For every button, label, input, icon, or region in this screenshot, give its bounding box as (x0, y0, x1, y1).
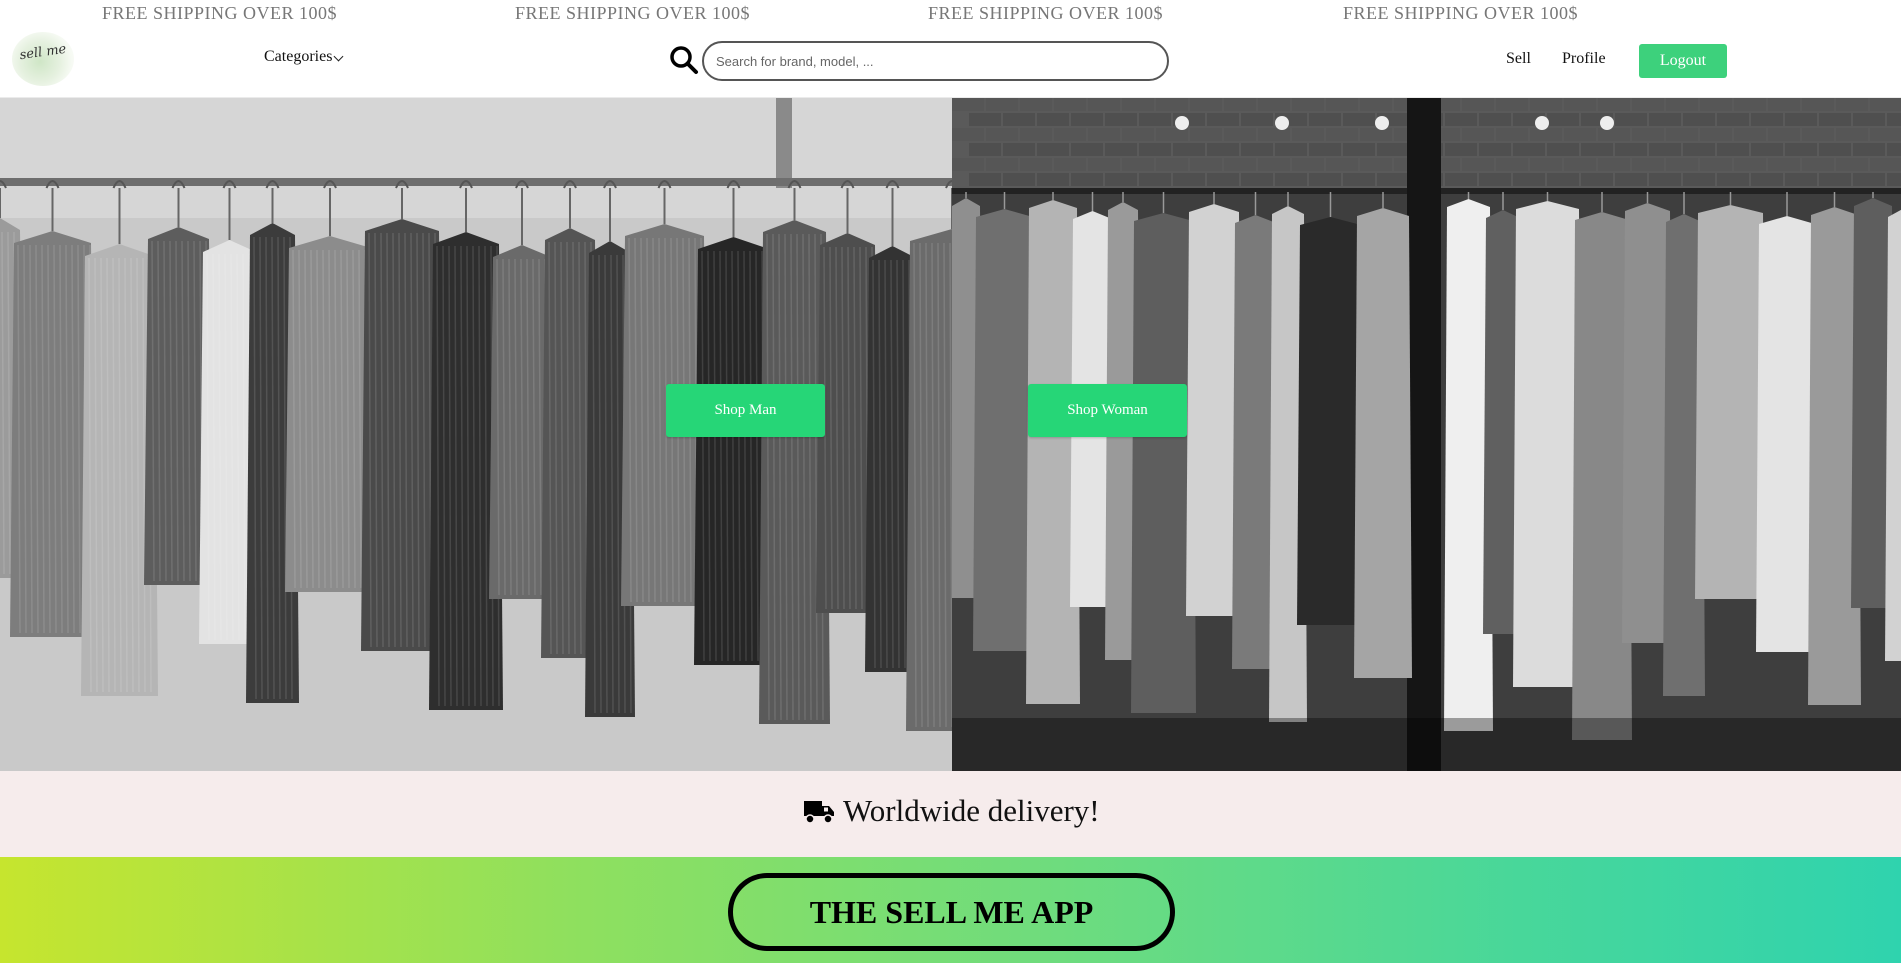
site-header: sell me Categories Sell Profile Logout (0, 28, 1901, 98)
truck-icon (804, 801, 834, 824)
nav-profile-link[interactable]: Profile (1562, 50, 1606, 68)
promo-free-shipping: FREE SHIPPING OVER 100$ (515, 3, 751, 23)
logout-button[interactable]: Logout (1639, 44, 1727, 78)
categories-dropdown[interactable]: Categories (264, 48, 344, 66)
hero-banner: Shop Man Shop Woman (0, 98, 1901, 771)
app-promo-band: THE SELL ME APP (0, 857, 1901, 963)
promo-bar: FREE SHIPPING OVER 100$ FREE SHIPPING OV… (0, 0, 1901, 28)
promo-free-shipping: FREE SHIPPING OVER 100$ (1343, 3, 1579, 23)
categories-label: Categories (264, 48, 333, 65)
logo-text: sell me (18, 41, 68, 64)
promo-free-shipping: FREE SHIPPING OVER 100$ (928, 3, 1164, 23)
nav-sell-link[interactable]: Sell (1506, 50, 1531, 68)
shop-woman-button[interactable]: Shop Woman (1028, 384, 1187, 437)
shop-man-button[interactable]: Shop Man (666, 384, 825, 437)
delivery-banner: Worldwide delivery! (0, 771, 1901, 857)
logo[interactable]: sell me (12, 32, 74, 86)
promo-free-shipping: FREE SHIPPING OVER 100$ (102, 3, 338, 23)
search-icon[interactable] (669, 45, 699, 75)
sell-me-app-button[interactable]: THE SELL ME APP (728, 873, 1175, 951)
search-input[interactable] (702, 41, 1169, 81)
chevron-down-icon (333, 51, 344, 61)
delivery-text: Worldwide delivery! (843, 793, 1100, 828)
